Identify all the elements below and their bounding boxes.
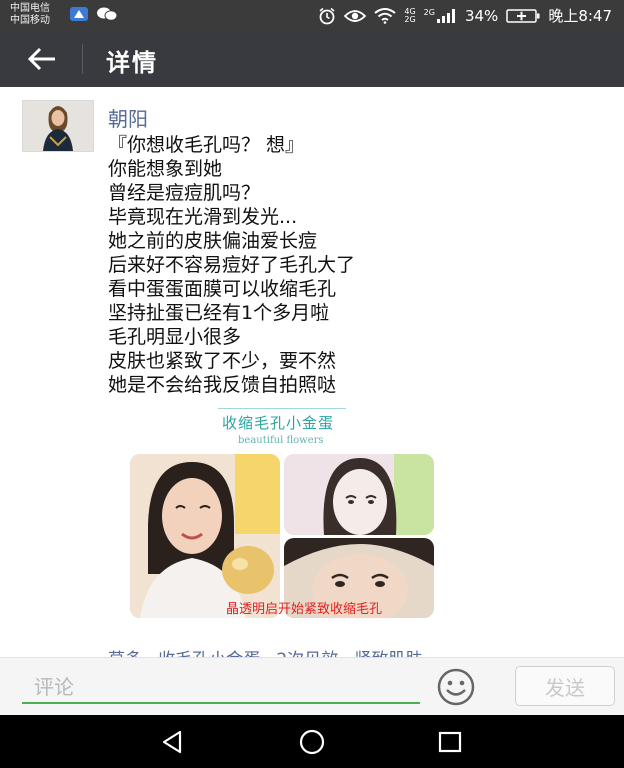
status-bar: 中国电信 中国移动 4G 2G 2G 34% 晚上8:47 (0, 0, 624, 30)
title-bar: 详情 (0, 30, 624, 87)
arrow-left-icon (27, 47, 55, 71)
nav-home-button[interactable] (292, 725, 332, 759)
network-4g-indicator: 4G 2G (404, 7, 416, 24)
nav-back-button[interactable] (152, 725, 192, 759)
notification-icons (70, 7, 118, 21)
post-link[interactable]: 草多 · 收毛孔小金蛋 · 2次见效 · 紧致肌肤 (108, 645, 422, 657)
comment-input[interactable] (22, 672, 420, 704)
carrier-labels: 中国电信 中国移动 (10, 3, 50, 27)
carrier-1: 中国电信 (10, 3, 50, 14)
photo-woman-holding-egg (130, 454, 280, 618)
carrier-2: 中国移动 (10, 15, 50, 26)
comment-bar: 发送 (0, 657, 624, 716)
app-notification-icon (70, 7, 88, 21)
alarm-icon (319, 7, 335, 24)
signal-icon (436, 8, 455, 23)
avatar-portrait (23, 101, 93, 151)
emoji-button[interactable] (436, 667, 476, 707)
post-text: 『你想收毛孔吗？ 想』 你能想象到她 曾经是痘痘肌吗？ 毕竟现在光滑到发光...… (108, 134, 356, 396)
promo-subtitle: beautiful flowers (238, 435, 324, 446)
nav-recents-button[interactable] (430, 725, 470, 759)
photo-woman-face-mask (284, 454, 434, 535)
eye-icon (344, 9, 367, 22)
network-2g-label: 2G (423, 7, 435, 17)
recents-square-icon (438, 731, 462, 753)
back-button[interactable] (22, 43, 62, 75)
post-image[interactable]: 收缩毛孔小金蛋 beautiful flowers 晶透明启开始紧致收缩毛孔 (130, 402, 435, 620)
back-triangle-icon (162, 730, 182, 754)
status-right: 4G 2G 2G 34% 晚上8:47 (318, 5, 612, 26)
title-divider (82, 44, 83, 74)
wifi-icon (374, 7, 396, 24)
page-title: 详情 (106, 49, 158, 77)
author-name[interactable]: 朝阳 (108, 103, 148, 132)
avatar[interactable] (22, 100, 94, 152)
promo-caption: 晶透明启开始紧致收缩毛孔 (226, 602, 383, 617)
wechat-icon (97, 7, 118, 21)
network-2g-indicator: 2G (423, 7, 457, 23)
battery-icon (506, 8, 540, 23)
clock: 晚上8:47 (548, 7, 612, 25)
promo-divider (218, 408, 346, 409)
system-nav-bar (0, 715, 624, 768)
send-button[interactable]: 发送 (515, 666, 615, 706)
battery-percent: 34% (464, 6, 499, 25)
promo-title: 收缩毛孔小金蛋 (222, 414, 335, 432)
home-circle-icon (299, 729, 325, 755)
smiley-icon (437, 668, 475, 706)
network-2g-top-label: 2G (404, 14, 416, 24)
